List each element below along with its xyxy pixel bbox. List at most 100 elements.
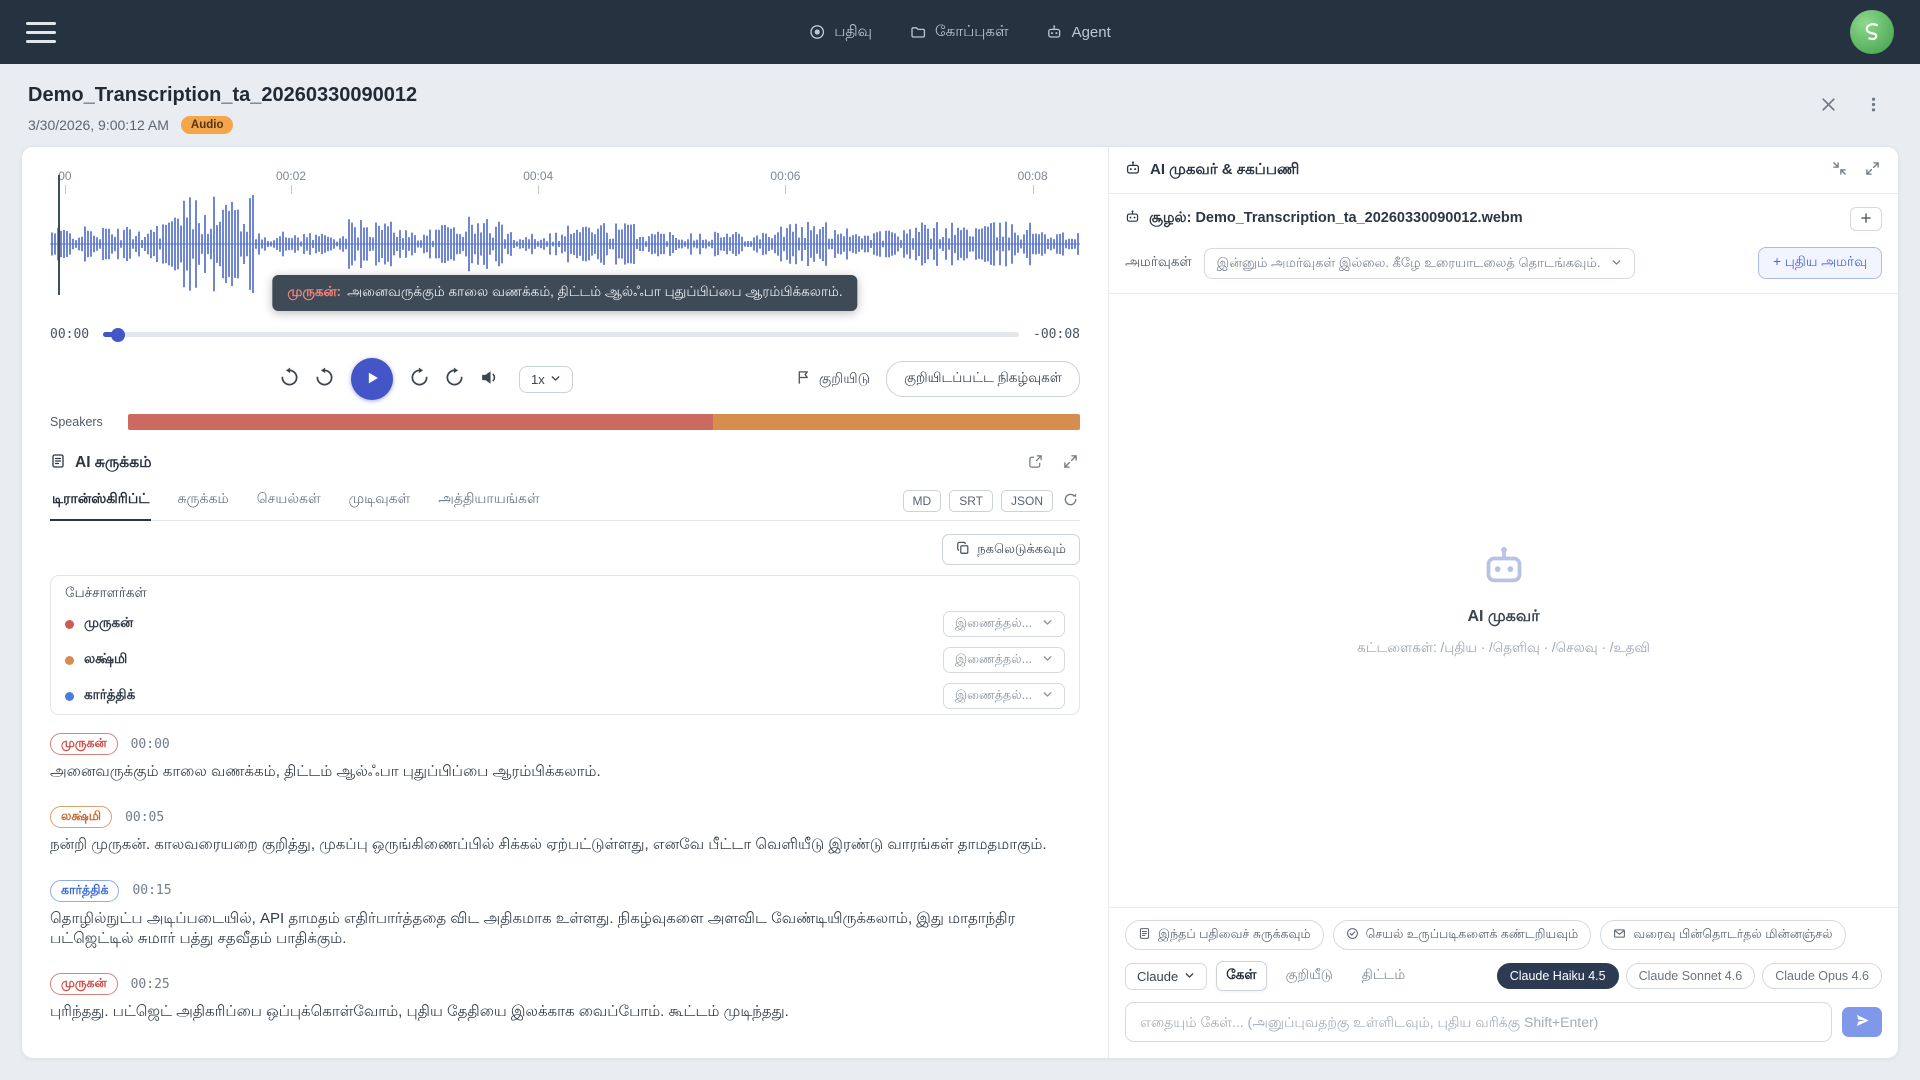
forward-icon bbox=[409, 367, 430, 391]
expand-summary-button[interactable] bbox=[1061, 452, 1080, 474]
entry-timestamp[interactable]: 00:05 bbox=[125, 810, 164, 825]
audio-type-badge: Audio bbox=[181, 116, 234, 134]
plus-icon bbox=[1860, 212, 1872, 227]
remaining-time: -00:08 bbox=[1033, 327, 1080, 342]
tab-actions[interactable]: செயல்கள் bbox=[255, 482, 323, 521]
marked-events-button[interactable]: குறியிடப்பட்ட நிகழ்வுகள் bbox=[886, 361, 1080, 397]
speaker-badge[interactable]: லக்ஷ்மி bbox=[50, 806, 112, 828]
agent-icon bbox=[1047, 24, 1063, 40]
timeline-tick: 00:04 bbox=[523, 169, 553, 183]
timeline-ruler[interactable]: 00 00:02 00:04 00:06 00:08 bbox=[50, 167, 1080, 191]
sessions-label: அமர்வுகள் bbox=[1125, 254, 1192, 272]
more-button[interactable] bbox=[1863, 94, 1884, 118]
agent-commands-hint: கட்டளைகள்: /புதிய · /தெளிவு · /செலவு · /… bbox=[1357, 640, 1650, 658]
export-md-button[interactable]: MD bbox=[903, 490, 942, 512]
mode-code[interactable]: குறியீடு bbox=[1276, 961, 1343, 991]
page: Demo_Transcription_ta_20260330090012 3/3… bbox=[0, 64, 1920, 1080]
close-icon bbox=[1820, 96, 1837, 116]
forward-15-button[interactable] bbox=[437, 360, 472, 398]
model-opus[interactable]: Claude Opus 4.6 bbox=[1762, 963, 1882, 989]
entry-timestamp[interactable]: 00:25 bbox=[131, 977, 170, 992]
speaker-segment-orange[interactable] bbox=[713, 414, 1080, 430]
assign-placeholder: இணைத்தல்... bbox=[955, 652, 1032, 668]
app-logo[interactable] bbox=[1850, 10, 1894, 54]
provider-select[interactable]: Claude bbox=[1125, 963, 1207, 990]
entry-timestamp[interactable]: 00:00 bbox=[131, 737, 170, 752]
chevron-down-icon bbox=[1611, 256, 1622, 271]
refresh-button[interactable] bbox=[1061, 490, 1080, 512]
playhead-cursor[interactable] bbox=[58, 175, 60, 295]
quick-action-find-tasks[interactable]: செயல் உருப்படிகளைக் கண்டறியவும் bbox=[1333, 920, 1592, 950]
speaker-assign-select[interactable]: இணைத்தல்... bbox=[943, 611, 1065, 637]
speaker-assign-select[interactable]: இணைத்தல்... bbox=[943, 647, 1065, 673]
speaker-row: முருகன் இணைத்தல்... bbox=[51, 606, 1079, 642]
nav-record[interactable]: பதிவு bbox=[809, 23, 872, 42]
export-srt-button[interactable]: SRT bbox=[949, 490, 993, 512]
expand-panel-button[interactable] bbox=[1863, 159, 1882, 181]
export-json-button[interactable]: JSON bbox=[1001, 490, 1053, 512]
entry-text: நன்றி முருகன். காலவரையறை குறித்து, முகப்… bbox=[50, 835, 1080, 855]
rewind-icon bbox=[279, 367, 300, 391]
app-root: பதிவு கோப்புகள் Agent Demo_Transcription… bbox=[0, 0, 1920, 1080]
speakers-track-label: Speakers bbox=[50, 415, 128, 429]
copy-label: நகலெடுக்கவும் bbox=[977, 541, 1066, 558]
chat-input[interactable] bbox=[1125, 1002, 1832, 1042]
speaker-badge[interactable]: முருகன் bbox=[50, 973, 118, 995]
nav-record-label: பதிவு bbox=[834, 23, 872, 42]
tab-decisions[interactable]: முடிவுகள் bbox=[347, 482, 413, 521]
volume-button[interactable] bbox=[472, 360, 507, 398]
mark-label: குறியிடு bbox=[819, 370, 870, 389]
model-sonnet[interactable]: Claude Sonnet 4.6 bbox=[1626, 963, 1756, 989]
send-button[interactable] bbox=[1842, 1007, 1882, 1037]
rewind-15-button[interactable] bbox=[272, 360, 307, 398]
robot-icon bbox=[1125, 160, 1141, 181]
copy-button[interactable]: நகலெடுக்கவும் bbox=[942, 534, 1080, 565]
quick-action-summarize[interactable]: இந்தப் பதிவைச் சுருக்கவும் bbox=[1125, 920, 1324, 950]
page-header: Demo_Transcription_ta_20260330090012 3/3… bbox=[0, 64, 1920, 146]
add-context-button[interactable] bbox=[1850, 207, 1882, 231]
assign-placeholder: இணைத்தல்... bbox=[955, 688, 1032, 704]
nav-agent[interactable]: Agent bbox=[1047, 23, 1111, 42]
entry-text: தொழில்நுட்ப அடிப்படையில், API தாமதம் எதி… bbox=[50, 909, 1080, 950]
export-formats: MD SRT JSON bbox=[903, 490, 1080, 520]
speaker-segment-red[interactable] bbox=[128, 414, 713, 430]
robot-icon-large bbox=[1481, 543, 1527, 594]
ai-agent-panel: AI முகவர் & சகப்பணி சூழல்: Demo_Transcri… bbox=[1108, 147, 1898, 1058]
model-haiku[interactable]: Claude Haiku 4.5 bbox=[1497, 963, 1619, 989]
open-external-button[interactable] bbox=[1026, 452, 1045, 474]
tab-summary[interactable]: சுருக்கம் bbox=[175, 482, 230, 521]
context-label: சூழல்: Demo_Transcription_ta_20260330090… bbox=[1149, 210, 1523, 228]
seek-bar[interactable] bbox=[103, 332, 1019, 337]
speaker-badge[interactable]: கார்த்திக் bbox=[50, 880, 119, 902]
flag-icon bbox=[796, 370, 811, 388]
speaker-assign-select[interactable]: இணைத்தல்... bbox=[943, 683, 1065, 709]
elapsed-time: 00:00 bbox=[50, 327, 89, 342]
tab-transcript[interactable]: டிரான்ஸ்கிரிப்ட் bbox=[50, 482, 151, 521]
playback-speed-button[interactable]: 1x bbox=[519, 366, 573, 393]
speaker-segments-bar[interactable] bbox=[128, 414, 1080, 430]
rewind-5-button[interactable] bbox=[307, 360, 342, 398]
quick-action-draft-email[interactable]: வரைவு பின்தொடர்தல் மின்னஞ்சல் bbox=[1600, 920, 1845, 950]
sessions-select[interactable]: இன்னும் அமர்வுகள் இல்லை. கீழே உரையாடலைத்… bbox=[1204, 248, 1636, 279]
folder-icon bbox=[910, 24, 926, 40]
new-session-button[interactable]: + புதிய அமர்வு bbox=[1758, 247, 1882, 279]
entry-timestamp[interactable]: 00:15 bbox=[132, 883, 171, 898]
collapse-panel-button[interactable] bbox=[1830, 159, 1849, 181]
tab-chapters[interactable]: அத்தியாயங்கள் bbox=[436, 482, 541, 521]
mode-ask[interactable]: கேள் bbox=[1216, 961, 1266, 991]
speaker-badge[interactable]: முருகன் bbox=[50, 733, 118, 755]
tooltip-speaker: முருகன்: bbox=[287, 284, 341, 299]
play-button[interactable] bbox=[351, 358, 393, 400]
mode-plan[interactable]: திட்டம் bbox=[1352, 961, 1415, 991]
speed-value: 1x bbox=[531, 372, 545, 387]
speaker-color-dot bbox=[65, 692, 74, 701]
play-icon bbox=[363, 369, 381, 390]
forward-5-button[interactable] bbox=[402, 360, 437, 398]
menu-button[interactable] bbox=[26, 18, 56, 47]
mark-button[interactable]: குறியிடு bbox=[796, 370, 870, 389]
agent-header-actions bbox=[1830, 159, 1882, 181]
seek-handle[interactable] bbox=[111, 328, 125, 342]
speakers-panel-title: பேச்சாளர்கள் bbox=[51, 576, 1079, 606]
close-button[interactable] bbox=[1818, 94, 1839, 118]
nav-files[interactable]: கோப்புகள் bbox=[910, 23, 1009, 42]
